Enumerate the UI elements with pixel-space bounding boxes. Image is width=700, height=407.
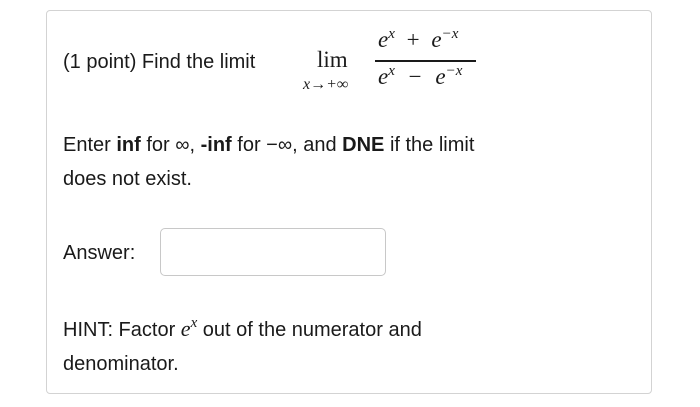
inf-keyword: inf [116, 134, 141, 156]
limit-subscript: x→+∞ [303, 76, 349, 93]
limit-word: lim [317, 47, 348, 72]
numerator: ex + e−x [378, 26, 459, 52]
problem-intro: (1 point) Find the limit [63, 51, 256, 73]
hint-line2: denominator. [63, 353, 179, 375]
denominator: ex − e−x [378, 63, 463, 89]
instructions-line2: does not exist. [63, 168, 192, 190]
dne-keyword: DNE [342, 134, 385, 156]
answer-input[interactable] [160, 228, 386, 276]
instructions-line1: Enter inf for ∞, -inf for −∞, and DNE if… [63, 134, 475, 156]
hint-math: e [180, 316, 191, 341]
neg-inf-keyword: -inf [200, 134, 232, 156]
answer-label: Answer: [63, 242, 136, 264]
fraction-bar [375, 60, 476, 62]
hint-line1: HINT: Factor ex out of the numerator and [63, 315, 422, 341]
